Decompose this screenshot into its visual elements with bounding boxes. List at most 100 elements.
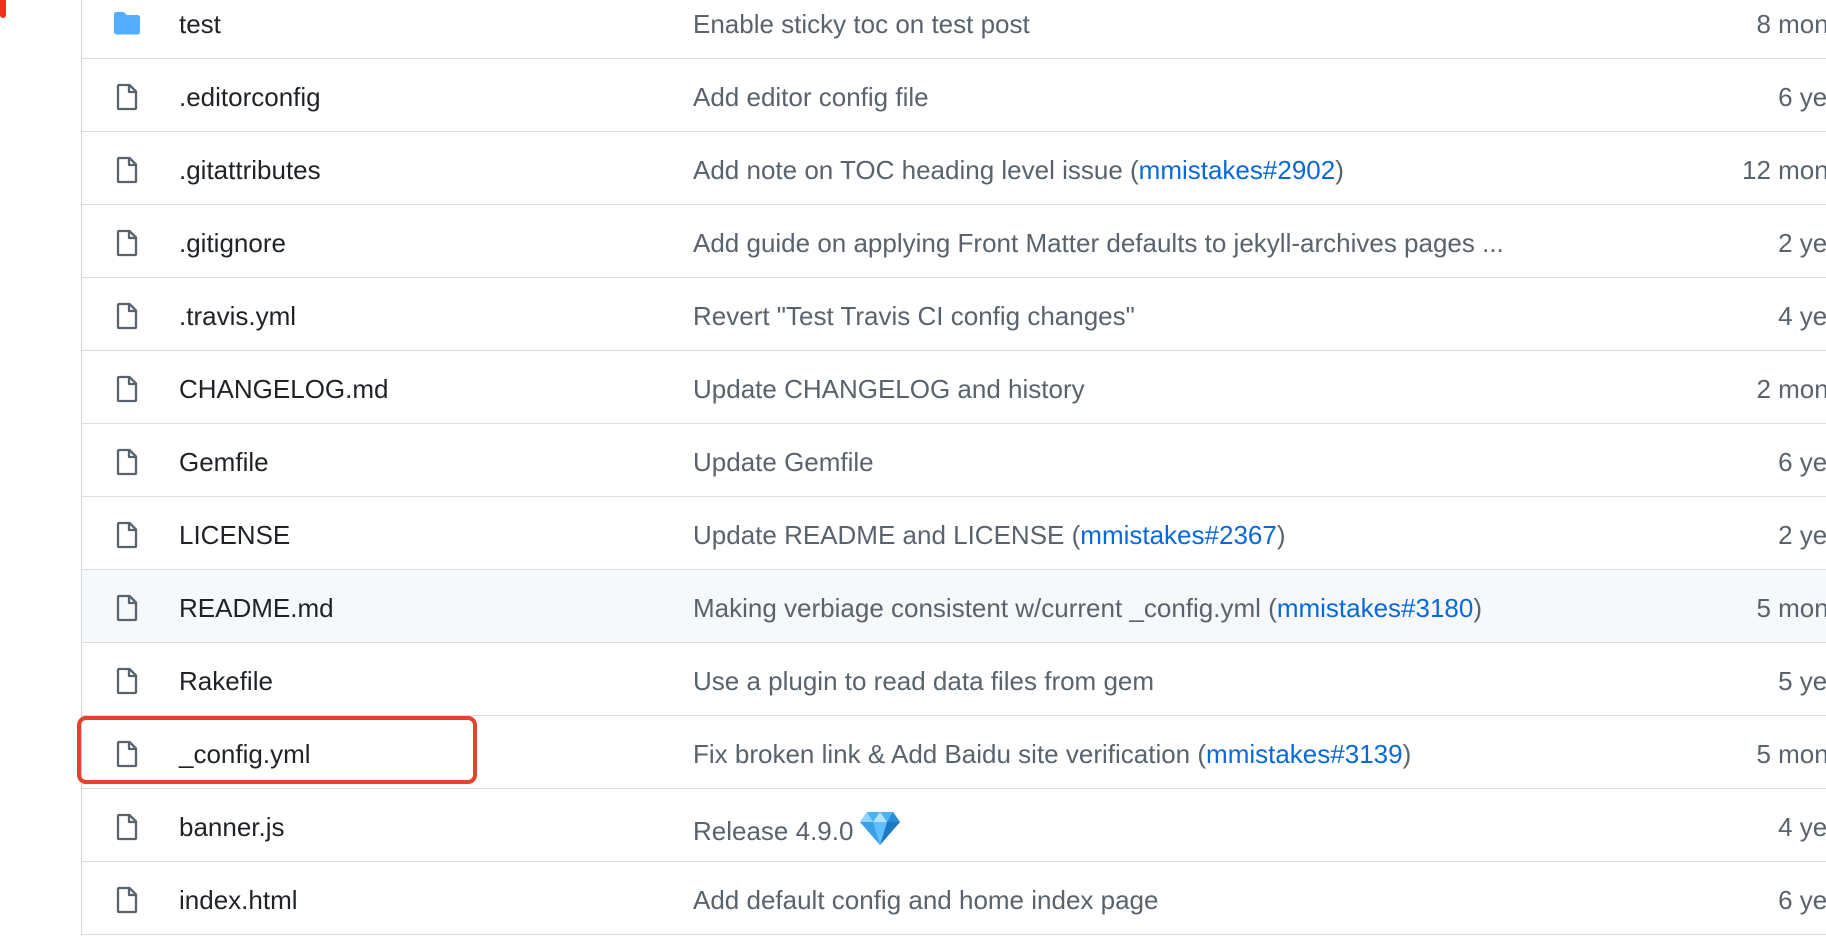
commit-message[interactable]: Add note on TOC heading level issue (mmi… xyxy=(693,153,1344,187)
commit-age[interactable]: 12 months ago xyxy=(1682,153,1826,187)
table-row[interactable]: Gemfile Update Gemfile 6 years ago xyxy=(82,424,1826,497)
commit-age[interactable]: 6 years ago xyxy=(1682,883,1826,917)
file-icon xyxy=(112,593,142,623)
commit-message-text[interactable]: Update README and LICENSE ( xyxy=(693,520,1080,550)
file-icon xyxy=(112,301,142,331)
commit-age-text: 2 years ago xyxy=(1778,520,1826,550)
pull-request-link[interactable]: mmistakes#3180 xyxy=(1277,593,1474,623)
commit-message-text[interactable]: Add editor config file xyxy=(693,82,929,112)
file-name-link[interactable]: README.md xyxy=(179,591,334,625)
commit-age[interactable]: 4 years ago xyxy=(1682,299,1826,333)
commit-message-text[interactable]: Add guide on applying Front Matter defau… xyxy=(693,228,1504,258)
commit-message-text[interactable]: Update Gemfile xyxy=(693,447,874,477)
commit-message[interactable]: Making verbiage consistent w/current _co… xyxy=(693,591,1482,625)
table-row[interactable]: banner.js Release 4.9.0 4 years ago xyxy=(82,789,1826,862)
commit-message-text[interactable]: Release 4.9.0 xyxy=(693,816,853,846)
file-icon xyxy=(112,520,142,550)
commit-age-text: 6 years ago xyxy=(1778,82,1826,112)
commit-message[interactable]: Fix broken link & Add Baidu site verific… xyxy=(693,737,1411,771)
file-name-link[interactable]: .travis.yml xyxy=(179,299,296,333)
commit-age[interactable]: 2 months ago xyxy=(1682,372,1826,406)
commit-age-text: 5 months ago xyxy=(1756,593,1826,623)
commit-age-text: 2 months ago xyxy=(1756,374,1826,404)
file-list-table: test Enable sticky toc on test post 8 mont… xyxy=(81,0,1826,935)
commit-age[interactable]: 6 years ago xyxy=(1682,80,1826,114)
commit-message-text[interactable]: Add default config and home index page xyxy=(693,885,1158,915)
commit-age[interactable]: 5 months ago xyxy=(1682,737,1826,771)
file-browser-page: test Enable sticky toc on test post 8 mont… xyxy=(0,0,1826,942)
commit-age-text: 6 years ago xyxy=(1778,885,1826,915)
commit-message[interactable]: Add editor config file xyxy=(693,80,929,114)
commit-age[interactable]: 2 years ago xyxy=(1682,226,1826,260)
commit-age[interactable]: 4 years ago xyxy=(1682,810,1826,844)
commit-message-text[interactable]: Enable sticky toc on test post xyxy=(693,9,1030,39)
commit-message-text[interactable]: Use a plugin to read data files from gem xyxy=(693,666,1154,696)
table-row[interactable]: .gitattributes Add note on TOC heading le… xyxy=(82,132,1826,205)
commit-message-text[interactable]: Revert "Test Travis CI config changes" xyxy=(693,301,1135,331)
commit-message[interactable]: Enable sticky toc on test post xyxy=(693,7,1030,41)
file-name-link[interactable]: CHANGELOG.md xyxy=(179,372,389,406)
commit-message-text[interactable]: Making verbiage consistent w/current _co… xyxy=(693,593,1277,623)
commit-age[interactable]: 5 years ago xyxy=(1682,664,1826,698)
file-name-link[interactable]: banner.js xyxy=(179,810,285,844)
table-row[interactable]: index.html Add default config and home in… xyxy=(82,862,1826,935)
file-icon xyxy=(112,739,142,769)
table-row[interactable]: CHANGELOG.md Update CHANGELOG and history… xyxy=(82,351,1826,424)
commit-age-text: 5 months ago xyxy=(1756,739,1826,769)
commit-message-suffix: ) xyxy=(1402,739,1412,769)
commit-message[interactable]: Update Gemfile xyxy=(693,445,874,479)
file-icon xyxy=(112,374,142,404)
file-name-link[interactable]: .editorconfig xyxy=(179,80,321,114)
file-name-link[interactable]: test xyxy=(179,7,221,41)
file-icon xyxy=(112,228,142,258)
file-name-link[interactable]: .gitignore xyxy=(179,226,286,260)
commit-age-text: 2 years ago xyxy=(1778,228,1826,258)
commit-message-text[interactable]: Update CHANGELOG and history xyxy=(693,374,1085,404)
file-icon xyxy=(112,82,142,112)
file-name-link[interactable]: index.html xyxy=(179,883,298,917)
commit-message-text[interactable]: Fix broken link & Add Baidu site verific… xyxy=(693,739,1206,769)
file-icon xyxy=(112,812,142,842)
commit-message[interactable]: Update README and LICENSE (mmistakes#236… xyxy=(693,518,1286,552)
commit-age-text: 6 years ago xyxy=(1778,447,1826,477)
pull-request-link[interactable]: mmistakes#2902 xyxy=(1139,155,1336,185)
commit-message-suffix: ) xyxy=(1276,520,1286,550)
commit-message[interactable]: Add guide on applying Front Matter defau… xyxy=(693,226,1504,260)
file-icon xyxy=(112,155,142,185)
table-row[interactable]: test Enable sticky toc on test post 8 mont… xyxy=(82,0,1826,59)
commit-message[interactable]: Use a plugin to read data files from gem xyxy=(693,664,1154,698)
commit-message[interactable]: Revert "Test Travis CI config changes" xyxy=(693,299,1135,333)
table-row[interactable]: LICENSE Update README and LICENSE (mmista… xyxy=(82,497,1826,570)
commit-age[interactable]: 2 years ago xyxy=(1682,518,1826,552)
table-row[interactable]: .editorconfig Add editor config file 6 yea… xyxy=(82,59,1826,132)
pull-request-link[interactable]: mmistakes#3139 xyxy=(1206,739,1403,769)
commit-message-suffix: ) xyxy=(1335,155,1344,185)
file-icon xyxy=(112,885,142,915)
file-name-link[interactable]: LICENSE xyxy=(179,518,290,552)
commit-message[interactable]: Update CHANGELOG and history xyxy=(693,372,1085,406)
red-indicator-mark xyxy=(0,0,6,18)
commit-message-suffix: ) xyxy=(1473,593,1483,623)
pull-request-link[interactable]: mmistakes#2367 xyxy=(1080,520,1277,550)
commit-message[interactable]: Release 4.9.0 xyxy=(693,810,901,854)
table-row[interactable]: .gitignore Add guide on applying Front Ma… xyxy=(82,205,1826,278)
commit-age[interactable]: 8 months ago xyxy=(1682,7,1826,41)
table-row[interactable]: _config.yml Fix broken link & Add Baidu s… xyxy=(82,716,1826,789)
commit-age-text: 5 years ago xyxy=(1778,666,1826,696)
file-name-link[interactable]: .gitattributes xyxy=(179,153,321,187)
gem-icon xyxy=(859,810,901,854)
file-icon xyxy=(112,666,142,696)
table-row[interactable]: Rakefile Use a plugin to read data files … xyxy=(82,643,1826,716)
commit-age-text: 4 years ago xyxy=(1778,301,1826,331)
file-name-link[interactable]: _config.yml xyxy=(179,737,311,771)
commit-age-text: 4 years ago xyxy=(1778,812,1826,842)
file-name-link[interactable]: Gemfile xyxy=(179,445,269,479)
table-row[interactable]: README.md Making verbiage consistent w/cu… xyxy=(82,570,1826,643)
commit-age[interactable]: 5 months ago xyxy=(1682,591,1826,625)
folder-icon xyxy=(112,10,142,40)
commit-message-text[interactable]: Add note on TOC heading level issue ( xyxy=(693,155,1139,185)
commit-message[interactable]: Add default config and home index page xyxy=(693,883,1158,917)
file-name-link[interactable]: Rakefile xyxy=(179,664,273,698)
commit-age[interactable]: 6 years ago xyxy=(1682,445,1826,479)
table-row[interactable]: .travis.yml Revert "Test Travis CI config… xyxy=(82,278,1826,351)
